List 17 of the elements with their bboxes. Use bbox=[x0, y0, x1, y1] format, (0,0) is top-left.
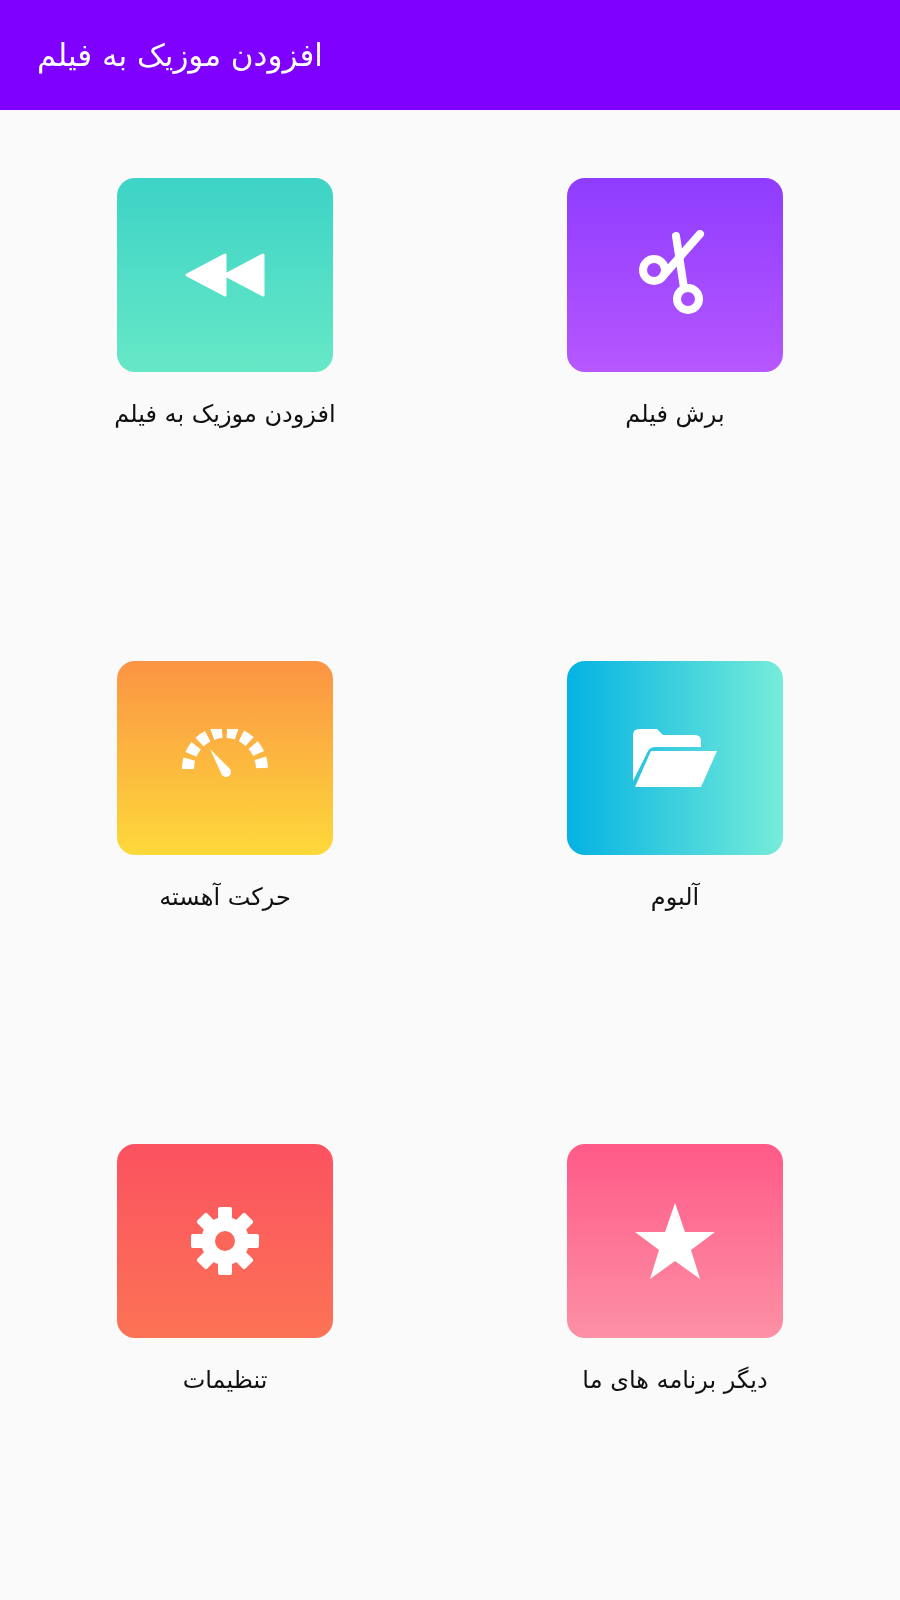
gear-tile[interactable] bbox=[117, 1144, 333, 1338]
tile-label: دیگر برنامه های ما bbox=[582, 1366, 768, 1394]
speedometer-tile[interactable] bbox=[117, 661, 333, 855]
star-icon bbox=[634, 1202, 716, 1280]
folder-tile[interactable] bbox=[567, 661, 783, 855]
app-title: افزودن موزیک به فیلم bbox=[37, 37, 323, 73]
tile-label: افزودن موزیک به فیلم bbox=[114, 400, 336, 428]
scissors-tile[interactable] bbox=[567, 178, 783, 372]
rewind-tile[interactable] bbox=[117, 178, 333, 372]
settings-icon bbox=[189, 1205, 261, 1277]
tile-label: تنظیمات bbox=[182, 1366, 268, 1394]
folder-icon bbox=[631, 727, 719, 789]
star-tile[interactable] bbox=[567, 1144, 783, 1338]
tile-label: برش فیلم bbox=[625, 400, 725, 428]
tile-label: آلبوم bbox=[650, 883, 700, 911]
tile-label: حرکت آهسته bbox=[159, 883, 291, 911]
rewind-icon bbox=[185, 253, 265, 297]
